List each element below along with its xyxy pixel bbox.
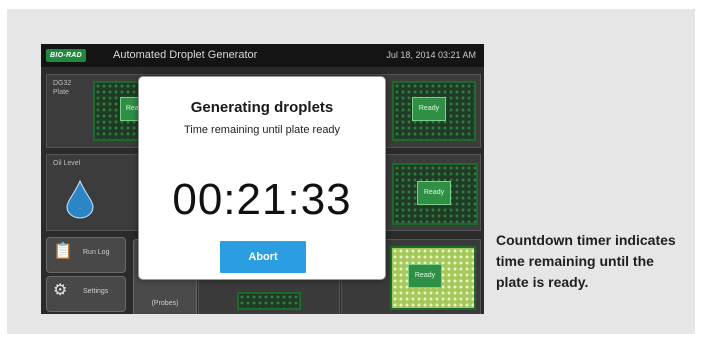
generating-droplets-dialog: Generating droplets Time remaining until… <box>139 77 385 279</box>
bottom-plate-middle[interactable] <box>237 292 301 310</box>
figure-caption: Countdown timer indicates time remaining… <box>496 232 676 290</box>
dialog-title: Generating droplets <box>190 99 334 116</box>
ready-badge-oil-row: Ready <box>417 181 451 205</box>
gear-icon: ⚙ <box>53 282 68 299</box>
countdown-timer: 00:21:33 <box>172 175 352 224</box>
dialog-subtitle: Time remaining until plate ready <box>183 124 341 136</box>
settings-button[interactable]: ⚙ Settings <box>46 276 126 312</box>
title-bar: BIO-RAD Automated Droplet Generator Jul … <box>41 44 484 67</box>
plate-row-label-line2: Plate <box>53 89 69 96</box>
probes-label: (Probes) <box>151 300 179 307</box>
ready-badge-right: Ready <box>412 97 446 121</box>
oil-drop-icon <box>66 179 94 219</box>
run-log-button[interactable]: 📋 Run Log <box>46 237 126 273</box>
settings-label: Settings <box>83 288 109 295</box>
oil-level-label: Oil Level <box>53 160 81 167</box>
ready-badge-bottom: Ready <box>408 264 442 288</box>
plate-row-label-line1: DG32 <box>53 80 72 87</box>
plate-row-label: DG32 Plate <box>53 79 71 97</box>
run-log-label: Run Log <box>83 249 110 256</box>
bio-rad-logo: BIO-RAD <box>46 49 86 62</box>
app-title: Automated Droplet Generator <box>113 49 258 61</box>
clipboard-icon: 📋 <box>53 243 73 260</box>
datetime-display: Jul 18, 2014 03:21 AM <box>386 50 476 60</box>
abort-button[interactable]: Abort <box>220 241 306 273</box>
